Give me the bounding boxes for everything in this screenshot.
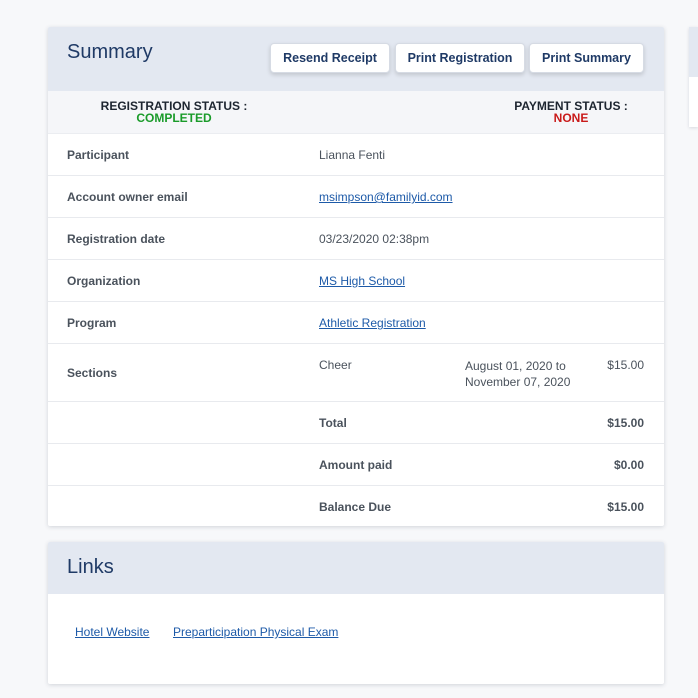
summary-header: Summary Resend Receipt Print Registratio… [48, 27, 664, 91]
row-registration-date: Registration date 03/23/2020 02:38pm [48, 218, 664, 260]
section-dates-start: August 01, 2020 to [465, 359, 566, 373]
payment-status-value: NONE [553, 111, 589, 125]
section-dates-end: November 07, 2020 [465, 375, 571, 389]
section-price: $15.00 [607, 358, 644, 372]
adjacent-panel-header [689, 27, 698, 77]
row-amount-paid: Amount paid $0.00 [48, 444, 664, 486]
balance-due-label: Balance Due [319, 500, 392, 514]
organization-label: Organization [67, 274, 141, 288]
row-account-email: Account owner email msimpson@familyid.co… [48, 176, 664, 218]
section-name: Cheer [319, 358, 352, 372]
links-title: Links [67, 556, 114, 578]
registration-status-value: COMPLETED [136, 111, 212, 125]
row-sections: Sections Cheer August 01, 2020 to Novemb… [48, 344, 664, 402]
row-participant: Participant Lianna Fenti [48, 134, 664, 176]
links-card: Links Hotel Website Preparticipation Phy… [48, 542, 664, 684]
print-summary-button[interactable]: Print Summary [529, 43, 644, 73]
section-dates: August 01, 2020 to November 07, 2020 [465, 358, 570, 390]
row-organization: Organization MS High School [48, 260, 664, 302]
payment-status: PAYMENT STATUS : NONE [507, 100, 635, 124]
balance-due-value: $15.00 [607, 500, 644, 514]
registration-status: REGISTRATION STATUS : COMPLETED [99, 100, 249, 124]
amount-paid-label: Amount paid [319, 458, 393, 472]
participant-label: Participant [67, 148, 130, 162]
program-link[interactable]: Athletic Registration [319, 316, 426, 330]
hotel-website-link[interactable]: Hotel Website [75, 625, 149, 639]
resend-receipt-button[interactable]: Resend Receipt [270, 43, 390, 73]
physical-exam-link[interactable]: Preparticipation Physical Exam [173, 625, 338, 639]
organization-link[interactable]: MS High School [319, 274, 405, 288]
row-balance-due: Balance Due $15.00 [48, 486, 664, 527]
row-total: Total $15.00 [48, 402, 664, 444]
program-cell: Athletic Registration [319, 316, 426, 330]
account-email-cell: msimpson@familyid.com [319, 190, 453, 204]
adjacent-panel-edge [689, 27, 698, 127]
amount-paid-value: $0.00 [613, 458, 644, 472]
status-bar: REGISTRATION STATUS : COMPLETED PAYMENT … [48, 91, 664, 134]
program-label: Program [67, 316, 117, 330]
registration-date-value: 03/23/2020 02:38pm [319, 232, 430, 246]
registration-date-label: Registration date [67, 232, 166, 246]
links-body: Hotel Website Preparticipation Physical … [48, 594, 664, 684]
sections-label: Sections [67, 366, 118, 380]
organization-cell: MS High School [319, 274, 405, 288]
links-header: Links [48, 542, 664, 594]
summary-card: Summary Resend Receipt Print Registratio… [48, 27, 664, 526]
account-email-label: Account owner email [67, 190, 188, 204]
print-registration-button[interactable]: Print Registration [395, 43, 525, 73]
total-label: Total [319, 416, 347, 430]
account-email-link[interactable]: msimpson@familyid.com [319, 190, 453, 204]
total-value: $15.00 [607, 416, 644, 430]
summary-title: Summary [67, 41, 153, 63]
row-program: Program Athletic Registration [48, 302, 664, 344]
participant-value: Lianna Fenti [319, 148, 386, 162]
